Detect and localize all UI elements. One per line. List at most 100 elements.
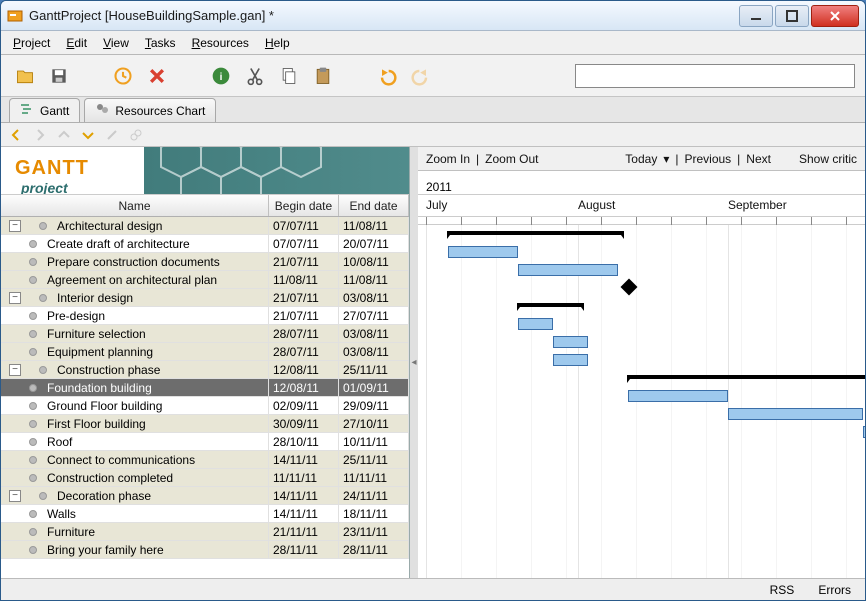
nav-up-icon[interactable]: [55, 126, 73, 144]
task-bullet-icon: [29, 528, 37, 536]
link-icon[interactable]: [127, 126, 145, 144]
close-button[interactable]: [811, 5, 859, 27]
task-bar[interactable]: [448, 246, 518, 258]
expander-icon[interactable]: −: [9, 490, 21, 502]
tab-resources[interactable]: Resources Chart: [84, 98, 216, 122]
nav-down-icon[interactable]: [79, 126, 97, 144]
rss-link[interactable]: RSS: [770, 583, 795, 597]
table-row[interactable]: Agreement on architectural plan11/08/111…: [1, 271, 409, 289]
table-row[interactable]: Roof28/10/1110/11/11: [1, 433, 409, 451]
task-end: 18/11/11: [339, 505, 409, 522]
table-row[interactable]: −Architectural design07/07/1111/08/11: [1, 217, 409, 235]
task-begin: 14/11/11: [269, 487, 339, 504]
zoom-out-button[interactable]: Zoom Out: [485, 152, 538, 166]
task-bar[interactable]: [518, 318, 553, 330]
table-row[interactable]: −Decoration phase14/11/1124/11/11: [1, 487, 409, 505]
dropdown-icon[interactable]: ▾: [663, 152, 669, 166]
task-bullet-icon: [29, 240, 37, 248]
table-row[interactable]: Foundation building12/08/1101/09/11: [1, 379, 409, 397]
task-end: 03/08/11: [339, 289, 409, 306]
col-header-end[interactable]: End date: [339, 195, 409, 216]
table-row[interactable]: Connect to communications14/11/1125/11/1…: [1, 451, 409, 469]
copy-button[interactable]: [275, 62, 303, 90]
gantt-chart[interactable]: 2011 JulyAugustSeptember: [418, 171, 865, 578]
cut-button[interactable]: [241, 62, 269, 90]
table-row[interactable]: −Construction phase12/08/1125/11/11: [1, 361, 409, 379]
col-header-begin[interactable]: Begin date: [269, 195, 339, 216]
table-row[interactable]: Ground Floor building02/09/1129/09/11: [1, 397, 409, 415]
splitter[interactable]: ◂: [410, 147, 418, 578]
table-row[interactable]: Create draft of architecture07/07/1120/0…: [1, 235, 409, 253]
task-bar[interactable]: [553, 354, 588, 366]
expander-icon[interactable]: −: [9, 364, 21, 376]
table-row[interactable]: Furniture selection28/07/1103/08/11: [1, 325, 409, 343]
table-row[interactable]: −Interior design21/07/1103/08/11: [1, 289, 409, 307]
task-bullet-icon: [29, 330, 37, 338]
redo-button[interactable]: [407, 62, 435, 90]
previous-button[interactable]: Previous: [684, 152, 731, 166]
menu-help[interactable]: Help: [257, 33, 298, 53]
delete-button[interactable]: [143, 62, 171, 90]
nav-back-icon[interactable]: [7, 126, 25, 144]
menu-project[interactable]: Project: [5, 33, 58, 53]
search-input[interactable]: [575, 64, 855, 88]
tab-label: Gantt: [40, 104, 69, 118]
task-bar[interactable]: [863, 426, 865, 438]
show-critical-button[interactable]: Show critic: [799, 152, 857, 166]
gantt-row: [418, 387, 865, 405]
task-bullet-icon: [29, 402, 37, 410]
task-begin: 21/11/11: [269, 523, 339, 540]
milestone-icon[interactable]: [621, 279, 638, 296]
info-button[interactable]: i: [207, 62, 235, 90]
col-header-name[interactable]: Name: [1, 195, 269, 216]
table-row[interactable]: Equipment planning28/07/1103/08/11: [1, 343, 409, 361]
unlink-icon[interactable]: [103, 126, 121, 144]
summary-bar[interactable]: [628, 375, 865, 379]
task-bar[interactable]: [728, 408, 863, 420]
table-row[interactable]: Prepare construction documents21/07/1110…: [1, 253, 409, 271]
menu-view[interactable]: View: [95, 33, 137, 53]
menu-tasks[interactable]: Tasks: [137, 33, 184, 53]
nav-forward-icon[interactable]: [31, 126, 49, 144]
task-bullet-icon: [39, 492, 47, 500]
task-begin: 07/07/11: [269, 217, 339, 234]
expander-icon[interactable]: −: [9, 220, 21, 232]
menu-resources[interactable]: Resources: [184, 33, 257, 53]
errors-link[interactable]: Errors: [818, 583, 851, 597]
table-row[interactable]: Bring your family here28/11/1128/11/11: [1, 541, 409, 559]
maximize-button[interactable]: [775, 5, 809, 27]
open-button[interactable]: [11, 62, 39, 90]
today-button[interactable]: Today: [625, 152, 657, 166]
minimize-button[interactable]: [739, 5, 773, 27]
task-name: Pre-design: [47, 309, 105, 323]
task-table-body[interactable]: −Architectural design07/07/1111/08/11Cre…: [1, 217, 409, 578]
undo-button[interactable]: [373, 62, 401, 90]
summary-bar[interactable]: [518, 303, 583, 307]
task-bar[interactable]: [628, 390, 728, 402]
gantt-row: [418, 549, 865, 567]
task-end: 11/08/11: [339, 217, 409, 234]
task-bar[interactable]: [518, 264, 618, 276]
zoom-in-button[interactable]: Zoom In: [426, 152, 470, 166]
gantt-row: [418, 441, 865, 459]
expander-icon[interactable]: −: [9, 292, 21, 304]
gantt-row: [418, 351, 865, 369]
table-row[interactable]: Pre-design21/07/1127/07/11: [1, 307, 409, 325]
table-row[interactable]: Walls14/11/1118/11/11: [1, 505, 409, 523]
next-button[interactable]: Next: [746, 152, 771, 166]
clock-button[interactable]: [109, 62, 137, 90]
tab-gantt[interactable]: Gantt: [9, 98, 80, 122]
task-bar[interactable]: [553, 336, 588, 348]
menu-edit[interactable]: Edit: [58, 33, 95, 53]
task-end: 10/08/11: [339, 253, 409, 270]
table-row[interactable]: Construction completed11/11/1111/11/11: [1, 469, 409, 487]
task-bullet-icon: [29, 348, 37, 356]
task-name: Decoration phase: [57, 489, 151, 503]
task-begin: 14/11/11: [269, 451, 339, 468]
table-row[interactable]: Furniture21/11/1123/11/11: [1, 523, 409, 541]
save-button[interactable]: [45, 62, 73, 90]
summary-bar[interactable]: [448, 231, 623, 235]
paste-button[interactable]: [309, 62, 337, 90]
table-row[interactable]: First Floor building30/09/1127/10/11: [1, 415, 409, 433]
task-bullet-icon: [29, 474, 37, 482]
